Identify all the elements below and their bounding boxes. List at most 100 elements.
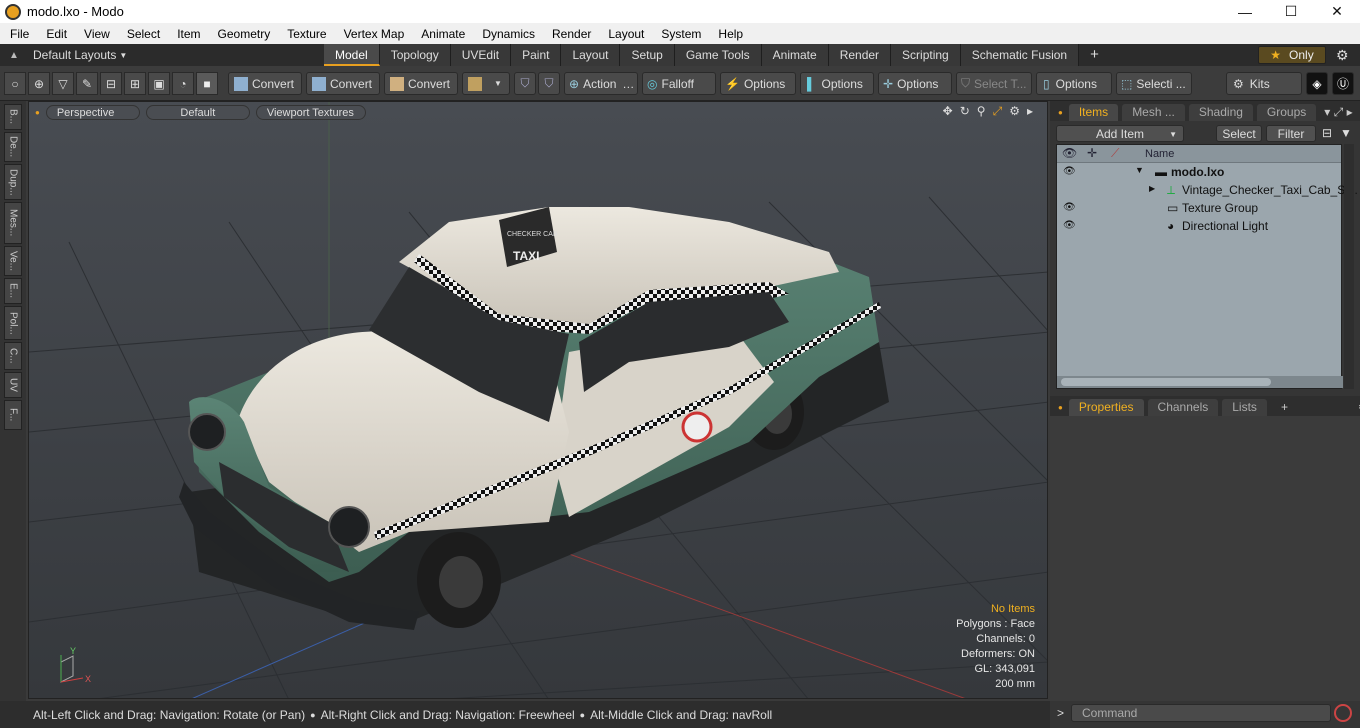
zoom-icon[interactable]: ⚲ — [977, 104, 986, 119]
item-row-mesh[interactable]: ▶ ⟂ Vintage_Checker_Taxi_Cab_Si... — [1057, 181, 1358, 199]
tab-animate[interactable]: Animate — [761, 44, 829, 66]
workplane-button[interactable]: ⛉ — [538, 72, 560, 95]
menu-help[interactable]: Help — [708, 27, 750, 41]
viewport-textures-dropdown[interactable]: Viewport Textures — [255, 104, 366, 120]
tab-render[interactable]: Render — [828, 44, 892, 66]
options-button-3[interactable]: ✛ Options — [878, 72, 952, 95]
left-tab-polygon[interactable]: Pol... — [4, 306, 22, 340]
panel-controls-icon[interactable]: ⚙ ⤢ ▸ — [1348, 399, 1360, 448]
left-tab-edge[interactable]: E... — [4, 278, 22, 304]
brush-icon[interactable]: ✎ — [76, 72, 98, 95]
tab-layout[interactable]: Layout — [561, 44, 621, 66]
tab-model[interactable]: Model — [324, 44, 380, 66]
falloff-button[interactable]: ◎ Falloff — [642, 72, 716, 95]
tab-uvedit[interactable]: UVEdit — [450, 44, 512, 66]
tab-properties[interactable]: Properties — [1068, 399, 1144, 416]
select-button[interactable]: Select — [1216, 124, 1262, 142]
left-tab-fusion[interactable]: F... — [4, 400, 22, 430]
menu-view[interactable]: View — [74, 27, 117, 41]
lock-column-icon[interactable]: ✛ — [1087, 146, 1097, 160]
default-layouts-dropdown[interactable]: Default Layouts ▼ — [33, 48, 127, 62]
menu-layout[interactable]: Layout — [598, 27, 651, 41]
selection-sets-button[interactable]: ⬚ Selecti ... — [1116, 72, 1192, 95]
tab-schematic-fusion[interactable]: Schematic Fusion — [960, 44, 1080, 66]
fit-icon[interactable]: ⤢ — [993, 104, 1003, 119]
rotate-icon[interactable]: ↻ — [960, 104, 970, 119]
name-column-header[interactable]: Name — [1145, 148, 1174, 160]
viewport-gear-icon[interactable]: ⚙ — [1009, 104, 1020, 119]
symmetry-button[interactable]: ⛉ — [514, 72, 536, 95]
kits-button[interactable]: ⚙ Kits — [1226, 72, 1302, 95]
add-item-dropdown[interactable]: Add Item ▼ — [1056, 124, 1184, 142]
menu-animate[interactable]: Animate — [411, 27, 472, 41]
collapse-icon[interactable]: ⊟ — [1322, 126, 1332, 140]
item-row-scene[interactable]: 👁 ▼ ▬ modo.lxo — [1057, 163, 1343, 181]
visibility-column-icon[interactable]: 👁 — [1062, 146, 1077, 160]
edges-icon[interactable]: ⊟ — [100, 72, 122, 95]
viewport-scene[interactable]: CHECKER CAB TAXI Y X — [29, 102, 1048, 699]
expand-arrow-icon[interactable]: ▶ — [1149, 184, 1155, 193]
layout-collapse-icon[interactable]: ▲ — [9, 50, 25, 61]
polygons-icon[interactable]: ⊞ — [124, 72, 146, 95]
close-button[interactable]: ✕ — [1314, 0, 1360, 23]
convert-button-1[interactable]: Convert — [228, 72, 302, 95]
command-input[interactable]: Command — [1071, 704, 1331, 722]
pan-icon[interactable]: ✥ — [943, 104, 953, 119]
convert-button-3[interactable]: Convert — [384, 72, 458, 95]
command-history-icon[interactable] — [1334, 704, 1352, 722]
tab-channels[interactable]: Channels — [1147, 399, 1219, 416]
primitive-dropdown[interactable]: ▼ — [462, 72, 510, 95]
horizontal-scrollbar[interactable] — [1057, 376, 1343, 388]
filter-button[interactable]: Filter — [1266, 124, 1316, 142]
tab-shading[interactable]: Shading — [1188, 104, 1253, 121]
globe-icon[interactable]: ⊕ — [28, 72, 50, 95]
left-tab-curve[interactable]: C... — [4, 342, 22, 370]
eye-icon[interactable]: 👁 — [1063, 166, 1076, 178]
type-column-icon[interactable]: ⟋ — [1111, 146, 1119, 161]
filter-funnel-icon[interactable]: ▼ — [1340, 126, 1352, 140]
perspective-dropdown[interactable]: Perspective — [45, 104, 140, 120]
left-tab-deform[interactable]: De... — [4, 132, 22, 162]
menu-item[interactable]: Item — [167, 27, 207, 41]
menu-render[interactable]: Render — [542, 27, 598, 41]
pen-icon[interactable]: ▽ — [52, 72, 74, 95]
eye-icon[interactable]: 👁 — [1063, 220, 1076, 232]
options-button-1[interactable]: ⚡ Options — [720, 72, 796, 95]
action-center-button[interactable]: ⊕ Action… — [564, 72, 638, 95]
item-row-texture-group[interactable]: 👁 ▭ Texture Group — [1057, 199, 1343, 217]
add-panel-tab-button[interactable]: + — [1271, 399, 1298, 416]
menu-system[interactable]: System — [651, 27, 708, 41]
left-tab-vertex[interactable]: Ve... — [4, 246, 22, 276]
unreal-button[interactable]: Ⓤ — [1332, 72, 1354, 95]
vertical-scrollbar[interactable] — [1344, 144, 1354, 389]
menu-vertex-map[interactable]: Vertex Map — [334, 27, 412, 41]
expand-arrow-icon[interactable]: ▼ — [1135, 165, 1144, 175]
gear-icon[interactable]: ⚙ — [1336, 47, 1349, 64]
left-tab-basic[interactable]: B... — [4, 104, 22, 130]
tab-setup[interactable]: Setup — [620, 44, 675, 66]
default-dropdown[interactable]: Default — [145, 104, 250, 120]
menu-texture[interactable]: Texture — [277, 27, 333, 41]
add-tab-button[interactable]: + — [1079, 44, 1110, 66]
tab-mesh[interactable]: Mesh ... — [1122, 104, 1185, 121]
maximize-button[interactable]: ☐ — [1268, 0, 1314, 23]
menu-geometry[interactable]: Geometry — [208, 27, 278, 41]
cube-shaded-icon[interactable]: ■ — [196, 72, 218, 95]
only-toggle[interactable]: ★ Only — [1258, 46, 1326, 64]
3d-viewport[interactable]: CHECKER CAB TAXI Y X ● Perspective Defau… — [28, 101, 1048, 699]
tab-scripting[interactable]: Scripting — [891, 44, 961, 66]
convert-button-2[interactable]: Convert — [306, 72, 380, 95]
tab-items[interactable]: Items — [1068, 104, 1119, 121]
menu-dynamics[interactable]: Dynamics — [472, 27, 542, 41]
tab-lists[interactable]: Lists — [1222, 399, 1267, 416]
eye-icon[interactable]: 👁 — [1063, 202, 1076, 214]
expand-arrow-icon[interactable]: ▸ — [1027, 104, 1033, 119]
unity-button[interactable]: ◈ — [1306, 72, 1328, 95]
left-tab-uv[interactable]: UV — [4, 372, 22, 398]
options-button-2[interactable]: ▌ Options — [800, 72, 874, 95]
minimize-button[interactable]: — — [1222, 0, 1268, 23]
panel-controls-icon[interactable]: ▾ ⤢ ▸ — [1320, 104, 1356, 121]
items-icon[interactable]: ▣ — [148, 72, 170, 95]
select-through-button[interactable]: ⛉ Select T... — [956, 72, 1032, 95]
tab-groups[interactable]: Groups — [1256, 104, 1317, 121]
